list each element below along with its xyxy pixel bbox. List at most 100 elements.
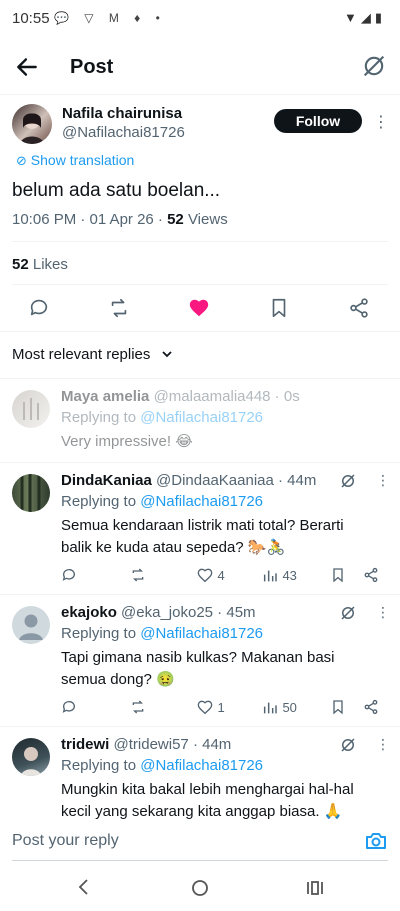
replying-to-handle[interactable]: @Nafilachai81726 — [140, 493, 263, 510]
reply-author-handle[interactable]: @malaamalia448 — [154, 388, 271, 405]
views-chart-icon — [263, 570, 277, 582]
more-options-icon[interactable]: ⋮ — [376, 472, 390, 489]
post-text: belum ada satu boelan... — [12, 180, 221, 201]
share-icon[interactable] — [363, 567, 379, 588]
status-bar: 10:55 💬 ▽ M ♦ • ▼◢▮ — [0, 0, 400, 36]
nav-home-icon[interactable] — [191, 879, 209, 902]
replying-to-handle[interactable]: @Nafilachai81726 — [140, 757, 263, 774]
camera-icon[interactable] — [364, 829, 388, 858]
reply-input[interactable]: Post your reply — [12, 832, 119, 850]
like-button[interactable]: 4 — [197, 567, 225, 585]
reply-icon[interactable] — [28, 297, 50, 319]
views-button[interactable]: 43 — [262, 567, 297, 585]
views-count: 50 — [282, 700, 297, 715]
like-button[interactable]: 1 — [197, 699, 225, 717]
reply-icon[interactable] — [61, 567, 77, 588]
reply-author-name[interactable]: Maya amelia — [61, 388, 149, 405]
author-avatar[interactable] — [12, 104, 52, 144]
views-count: 43 — [282, 568, 297, 583]
status-time: 10:55 — [12, 10, 50, 27]
replying-to-handle[interactable]: @Nafilachai81726 — [140, 409, 263, 426]
translate-icon: ⊘ — [16, 153, 27, 168]
list-item[interactable]: Maya amelia @malaamalia448 · 0s Replying… — [0, 378, 400, 462]
grok-icon[interactable] — [339, 472, 357, 495]
reply-header: tridewi @tridewi57 · 44m — [61, 736, 231, 753]
author-handle[interactable]: @Nafilachai81726 — [62, 124, 185, 141]
bookmark-icon[interactable] — [330, 567, 346, 588]
reply-author-handle[interactable]: @DindaaKaaniaa — [156, 472, 274, 489]
reply-author-name[interactable]: tridewi — [61, 736, 109, 753]
replies-sort-label: Most relevant replies — [12, 346, 151, 363]
actions-divider — [0, 331, 400, 332]
views-label: Views — [183, 211, 228, 228]
show-translation-link[interactable]: ⊘ Show translation — [16, 152, 134, 169]
heart-icon — [197, 700, 213, 715]
reply-author-name[interactable]: ekajoko — [61, 604, 117, 621]
default-avatar-icon[interactable] — [12, 606, 50, 644]
like-count: 4 — [217, 568, 225, 583]
list-item[interactable]: DindaKaniaa @DindaaKaaniaa · 44m ⋮ Reply… — [0, 462, 400, 594]
bookmark-icon[interactable] — [268, 297, 290, 319]
reply-header: DindaKaniaa @DindaaKaaniaa · 44m — [61, 472, 316, 489]
meta-divider — [12, 241, 388, 242]
share-icon[interactable] — [348, 297, 370, 319]
replying-prefix: Replying to — [61, 757, 141, 774]
reply-header: ekajoko @eka_joko25 · 45m — [61, 604, 256, 621]
repost-icon[interactable] — [130, 567, 146, 588]
reply-text-line: Tapi gimana nasib kulkas? Makanan basi — [61, 649, 335, 666]
grok-icon[interactable] — [339, 736, 357, 759]
likes-label: Likes — [28, 256, 68, 273]
reply-text-line: Mungkin kita bakal lebih menghargai hal-… — [61, 781, 354, 798]
bookmark-icon[interactable] — [330, 699, 346, 720]
replies-sort-dropdown[interactable]: Most relevant replies — [12, 346, 173, 363]
reply-header: Maya amelia @malaamalia448 · 0s — [61, 388, 300, 405]
wifi-icon: ▼ — [343, 10, 361, 25]
replying-to: Replying to @Nafilachai81726 — [61, 493, 263, 510]
reply-icon[interactable] — [61, 699, 77, 720]
reply-avatar[interactable] — [12, 390, 50, 428]
repost-icon[interactable] — [108, 297, 130, 319]
reply-time: · 44m — [273, 472, 317, 489]
grok-icon[interactable] — [360, 52, 388, 80]
reply-text-line: balik ke kuda atau sepeda? 🐎🚴 — [61, 539, 286, 556]
reply-composer: Post your reply — [0, 822, 400, 862]
reply-time: · 0s — [270, 388, 300, 405]
reply-text-line: Semua kendaraan listrik mati total? Bera… — [61, 517, 344, 534]
views-button[interactable]: 50 — [262, 699, 297, 717]
reply-author-handle[interactable]: @eka_joko25 — [121, 604, 213, 621]
like-icon-filled[interactable] — [188, 297, 210, 319]
reply-text-line: kecil yang sekarang kita anggap biasa. 🙏 — [61, 803, 343, 820]
author-name[interactable]: Nafila chairunisa — [62, 105, 182, 122]
list-item[interactable]: tridewi @tridewi57 · 44m ⋮ Replying to @… — [0, 726, 400, 822]
nav-back-icon[interactable] — [76, 878, 92, 901]
header-divider — [0, 94, 400, 95]
repost-icon[interactable] — [130, 699, 146, 720]
likes-summary[interactable]: 52 Likes — [12, 256, 68, 273]
reply-avatar[interactable] — [12, 738, 50, 776]
replying-to: Replying to @Nafilachai81726 — [61, 625, 263, 642]
list-item[interactable]: ekajoko @eka_joko25 · 45m ⋮ Replying to … — [0, 594, 400, 726]
more-options-icon[interactable]: ⋮ — [376, 604, 390, 621]
system-icons: ▼◢▮ — [344, 10, 386, 26]
grok-icon[interactable] — [339, 604, 357, 627]
post-timestamp: 10:06 PM · 01 Apr 26 · — [12, 211, 168, 228]
signal-icon: ◢ — [360, 10, 375, 25]
replying-to-handle[interactable]: @Nafilachai81726 — [140, 625, 263, 642]
reply-author-name[interactable]: DindaKaniaa — [61, 472, 152, 489]
battery-icon: ▮ — [374, 10, 386, 25]
follow-button[interactable]: Follow — [274, 109, 362, 133]
reply-avatar[interactable] — [12, 474, 50, 512]
nav-recents-icon[interactable] — [306, 879, 324, 902]
views-chart-icon — [263, 702, 277, 714]
more-options-icon[interactable]: ⋮ — [373, 112, 389, 132]
share-icon[interactable] — [363, 699, 379, 720]
like-count: 1 — [217, 700, 225, 715]
back-arrow-icon[interactable] — [14, 54, 40, 80]
likes-divider — [12, 284, 388, 285]
views-count: 52 — [167, 211, 184, 228]
reply-author-handle[interactable]: @tridewi57 — [114, 736, 189, 753]
more-options-icon[interactable]: ⋮ — [376, 736, 390, 753]
reply-text-line: semua dong? 🤢 — [61, 671, 175, 688]
show-translation-label: Show translation — [30, 152, 135, 168]
replying-prefix: Replying to — [61, 625, 141, 642]
